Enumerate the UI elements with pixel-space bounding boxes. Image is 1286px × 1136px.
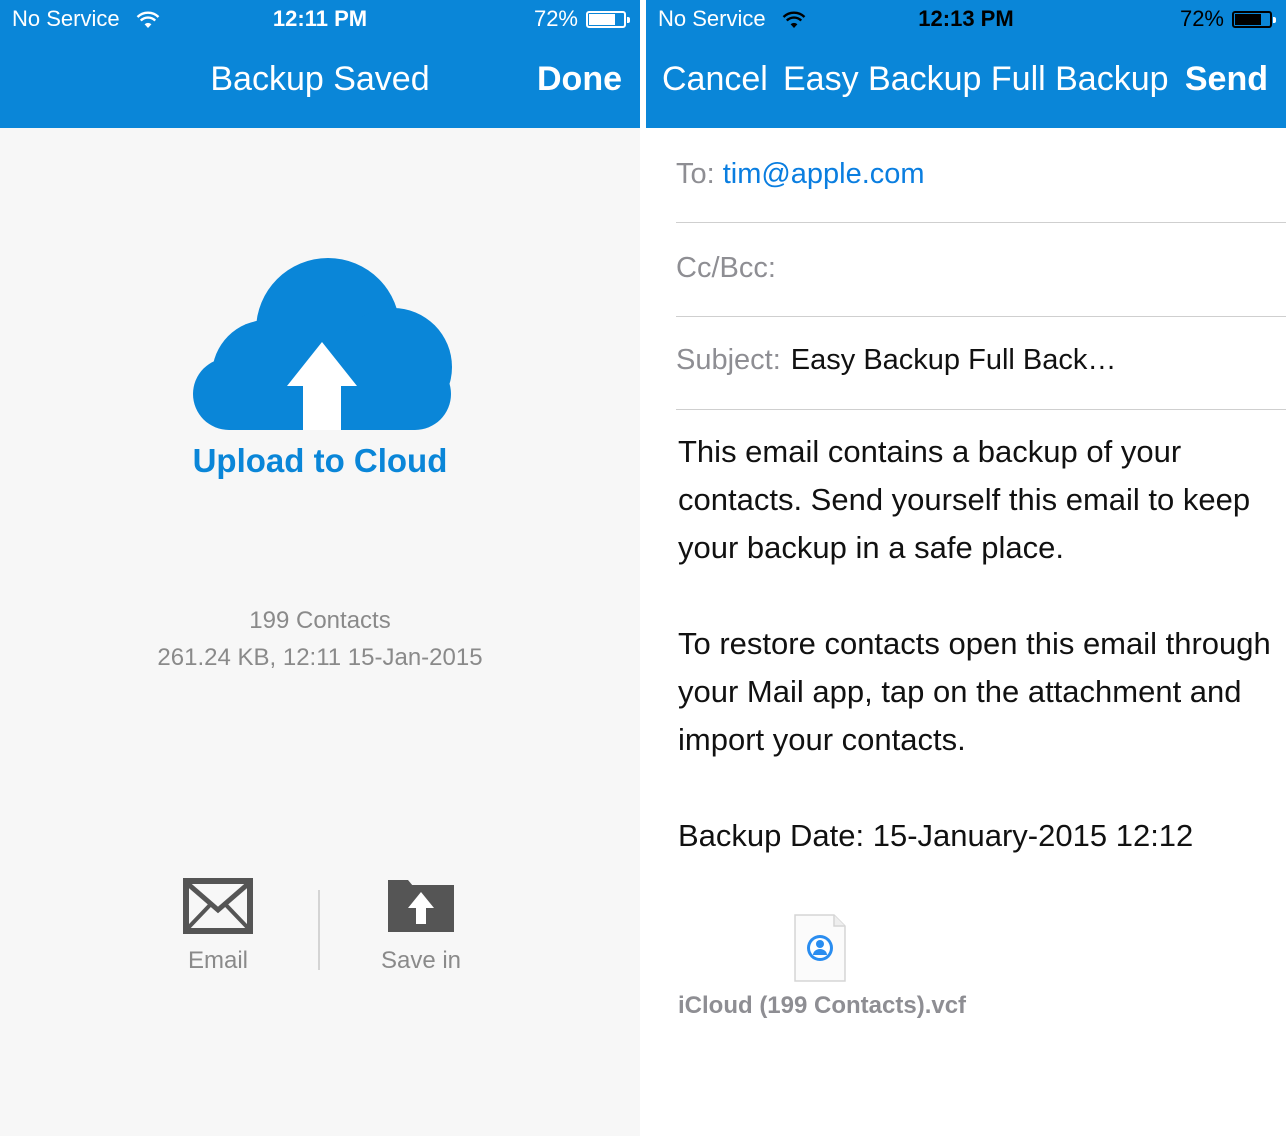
save-in-action-button[interactable]: Save in [351,878,491,975]
backup-saved-screen: No Service 12:11 PM 72% Backup Saved Don… [0,0,640,1136]
save-in-action-label: Save in [380,947,462,974]
contacts-count: 199 Contacts [249,607,391,634]
nav-bar: No Service 12:11 PM 72% Backup Saved Don… [0,0,640,128]
cloud-upload-icon[interactable] [190,258,454,430]
divider [676,409,1286,410]
action-divider [318,890,320,970]
cancel-button[interactable]: Cancel [662,60,768,99]
to-field[interactable]: To: tim@apple.com [676,158,1286,191]
nav-bar: No Service 12:13 PM 72% Cancel Easy Back… [646,0,1286,128]
email-action-label: Email [187,947,248,974]
subject-value[interactable]: Easy Backup Full Back… [791,344,1117,376]
divider [676,316,1286,317]
battery-status: 72% [533,6,630,32]
cc-bcc-field[interactable]: Cc/Bcc: [676,252,1286,285]
subject-field[interactable]: Subject: Easy Backup Full Back… [676,344,1286,377]
subject-label: Subject: [676,344,781,376]
message-body[interactable]: This email contains a backup of your con… [678,428,1278,908]
folder-upload-icon [388,880,454,932]
vcard-attachment-icon[interactable] [794,914,846,982]
send-button[interactable]: Send [1185,60,1268,99]
attachment-filename[interactable]: iCloud (199 Contacts).vcf [678,992,966,1020]
to-recipient[interactable]: tim@apple.com [723,158,925,190]
email-action-button[interactable]: Email [148,878,288,975]
battery-percent: 72% [1179,6,1224,31]
backup-date: Backup Date: 15-January-2015 12:12 [678,818,1194,853]
battery-percent: 72% [533,6,578,31]
upload-to-cloud-button[interactable]: Upload to Cloud [0,442,640,480]
done-button[interactable]: Done [537,60,622,99]
backup-details: 261.24 KB, 12:11 15-Jan-2015 [157,644,483,671]
body-paragraph: To restore contacts open this email thro… [678,626,1271,757]
compose-title: Easy Backup Full Backup [783,60,1169,98]
body-paragraph: This email contains a backup of your con… [678,434,1251,565]
to-label: To: [676,158,715,190]
envelope-icon [183,878,253,934]
battery-status: 72% [1179,6,1276,32]
battery-icon [586,10,630,28]
divider [676,222,1286,223]
battery-icon [1232,10,1276,28]
cc-bcc-label: Cc/Bcc: [676,252,776,284]
mail-compose-screen: No Service 12:13 PM 72% Cancel Easy Back… [646,0,1286,1136]
